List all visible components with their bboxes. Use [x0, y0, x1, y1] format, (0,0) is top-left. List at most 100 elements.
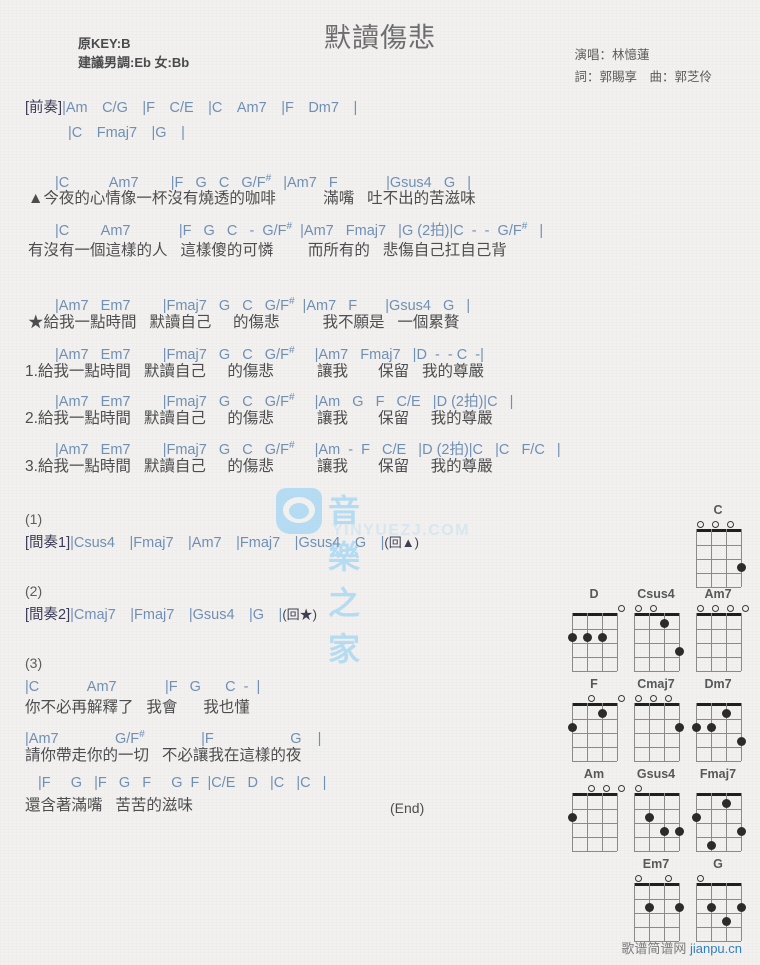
fret-line — [633, 927, 679, 928]
fret-line — [571, 629, 617, 630]
writer-credit: 詞：郭賜享 曲：郭芝伶 — [574, 70, 712, 84]
bridge-lyrics-a: 你不必再解釋了 我會 我也懂 — [25, 699, 250, 716]
fretboard-grid — [691, 793, 746, 852]
nut-line — [571, 703, 617, 706]
chorus-lyrics-1: 1.給我一點時間 默讀自己 的傷悲 讓我 保留 我的尊嚴 — [25, 363, 485, 380]
string-line — [633, 883, 635, 941]
string-line — [571, 703, 573, 761]
bridge-chords-a: |C Am7 |F G C - | — [25, 679, 261, 695]
string-line — [740, 613, 742, 671]
fret-line — [571, 733, 617, 734]
interlude1-label: [間奏1] — [25, 535, 71, 551]
intro-line-2: |C Fmaj7 |G | — [68, 125, 185, 141]
string-line — [695, 793, 697, 851]
finger-dot — [706, 903, 716, 912]
fret-line — [571, 809, 617, 810]
fret-line — [633, 761, 679, 762]
string-line — [678, 703, 680, 761]
fret-line — [695, 719, 741, 720]
footer-site-cn: 歌谱简谱网 — [621, 941, 687, 956]
finger-dot — [736, 827, 746, 836]
section-number-1: (1) — [25, 511, 43, 527]
fret-line — [633, 657, 679, 658]
string-line — [695, 703, 697, 761]
fret-line — [695, 643, 741, 644]
finger-dot — [721, 709, 731, 718]
open-string-circle-icon — [635, 695, 642, 702]
chord-diagram-gsus4: Gsus4 — [628, 767, 684, 852]
string-line — [571, 793, 573, 851]
nut-line — [695, 793, 741, 796]
open-string-markers — [566, 692, 625, 703]
fret-line — [633, 809, 679, 810]
open-string-circle-icon — [727, 605, 734, 612]
open-string-circle-icon — [697, 605, 704, 612]
string-line — [571, 613, 573, 671]
chorus-lyrics-3: 3.給我一點時間 默讀自己 的傷悲 讓我 保留 我的尊嚴 — [25, 458, 493, 475]
nut-line — [695, 883, 741, 886]
sharp-symbol: # — [288, 392, 295, 403]
interlude2-label: [間奏2] — [25, 607, 71, 623]
verse1-chords-a: |C Am7 |F G C G/F# |Am7 F |Gsus4 G | — [55, 173, 471, 191]
open-string-circle-icon — [650, 695, 657, 702]
open-string-circle-icon — [727, 521, 734, 528]
string-line — [710, 703, 712, 761]
open-string-markers — [690, 518, 746, 529]
finger-dot — [721, 799, 731, 808]
string-line — [695, 883, 697, 941]
finger-dot — [567, 813, 577, 822]
string-line — [648, 793, 650, 851]
nut-line — [695, 529, 741, 532]
chord-diagram-name: Am7 — [704, 587, 732, 601]
sharp-symbol: # — [288, 345, 295, 356]
fret-line — [695, 899, 741, 900]
fret-line — [633, 899, 679, 900]
finger-dot — [582, 633, 592, 642]
fret-line — [695, 629, 741, 630]
finger-dot — [674, 903, 684, 912]
string-line — [586, 793, 588, 851]
finger-dot — [644, 813, 654, 822]
string-line — [678, 883, 680, 941]
open-string-circle-icon — [618, 785, 625, 792]
verse1-lyrics-a: ▲今夜的心情像一杯沒有燒透的咖啡 滿嘴 吐不出的苦滋味 — [28, 190, 476, 207]
suggested-key: 建議男調:Eb 女:Bb — [78, 55, 190, 70]
section-number-2: (2) — [25, 583, 43, 599]
fretboard-grid — [567, 613, 618, 672]
chord-diagram-f: F — [566, 677, 625, 762]
fret-line — [633, 671, 679, 672]
string-line — [740, 883, 742, 941]
string-line — [695, 613, 697, 671]
chorus-lyrics-2: 2.給我一點時間 默讀自己 的傷悲 讓我 保留 我的尊嚴 — [25, 410, 493, 427]
intro-label: [前奏] — [25, 100, 63, 116]
finger-dot — [706, 841, 716, 850]
sharp-symbol: # — [288, 440, 295, 451]
string-line — [648, 883, 650, 941]
open-string-markers — [628, 692, 684, 703]
finger-dot — [691, 723, 701, 732]
chord-diagram-fmaj7: Fmaj7 — [690, 767, 746, 852]
fret-line — [633, 747, 679, 748]
string-line — [663, 793, 665, 851]
open-string-circle-icon — [742, 605, 749, 612]
section-number-3: (3) — [25, 655, 43, 671]
fret-line — [695, 927, 741, 928]
chord-diagram-dm7: Dm7 — [690, 677, 746, 762]
fretboard-grid — [633, 793, 684, 852]
string-line — [695, 529, 697, 587]
chord-diagram-am: Am — [566, 767, 625, 852]
string-line — [725, 613, 727, 671]
open-string-markers — [628, 602, 684, 613]
sharp-symbol: # — [286, 221, 293, 232]
open-string-circle-icon — [712, 605, 719, 612]
nut-line — [633, 883, 679, 886]
sharp-symbol: # — [521, 221, 528, 232]
open-string-circle-icon — [665, 695, 672, 702]
open-string-markers — [628, 872, 684, 883]
chorus-chords-star: |Am7 Em7 |Fmaj7 G C G/F# |Am7 F |Gsus4 G… — [55, 296, 471, 314]
intro-line-1: [前奏]|Am C/G |F C/E |C Am7 |F Dm7 | — [25, 100, 357, 116]
finger-dot — [659, 619, 669, 628]
bridge-lyrics-c: 還含著滿嘴 苦苦的滋味 — [25, 797, 193, 814]
fret-line — [695, 913, 741, 914]
interlude2-chords: |Cmaj7 |Fmaj7 |Gsus4 |G | — [70, 607, 283, 623]
